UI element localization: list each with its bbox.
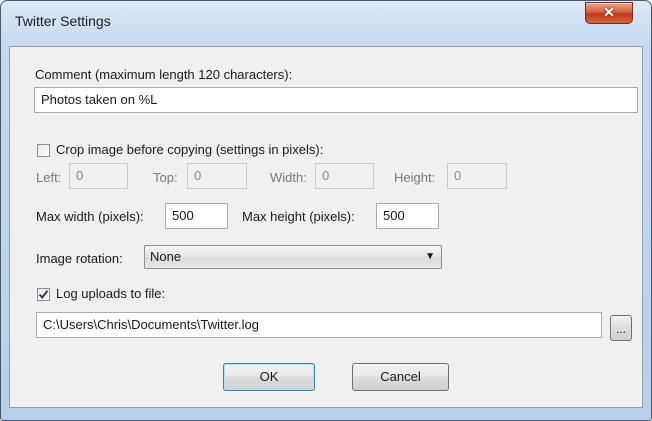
chevron-down-icon: ▼ [425, 251, 435, 262]
max-width-input[interactable]: 500 [165, 203, 228, 229]
rotation-selected-value: None [150, 249, 182, 264]
log-checkbox[interactable] [37, 288, 50, 301]
crop-width-input[interactable]: 0 [315, 163, 374, 189]
browse-button[interactable]: ... [610, 315, 632, 341]
crop-left-input[interactable]: 0 [69, 163, 128, 189]
dialog-client-area: Comment (maximum length 120 characters):… [9, 46, 643, 408]
log-path-input[interactable]: C:\Users\Chris\Documents\Twitter.log [36, 312, 602, 338]
max-height-input[interactable]: 500 [376, 203, 439, 229]
cancel-button[interactable]: Cancel [352, 363, 449, 391]
comment-input[interactable]: Photos taken on %L [34, 87, 638, 113]
rotation-dropdown[interactable]: None ▼ [144, 245, 442, 269]
crop-top-input[interactable]: 0 [187, 163, 247, 189]
crop-height-label: Height: [394, 170, 436, 185]
comment-label: Comment (maximum length 120 characters): [35, 67, 293, 82]
ok-button[interactable]: OK [223, 363, 315, 391]
crop-width-label: Width: [270, 170, 307, 185]
window-title: Twitter Settings [15, 13, 111, 29]
crop-left-label: Left: [36, 170, 62, 185]
max-width-label: Max width (pixels): [36, 209, 144, 224]
check-icon [38, 290, 49, 300]
max-height-label: Max height (pixels): [242, 209, 355, 224]
dialog-window: Twitter Settings ✕ Comment (maximum leng… [0, 0, 652, 421]
crop-checkbox-label: Crop image before copying (settings in p… [56, 142, 324, 157]
crop-checkbox[interactable] [37, 144, 50, 157]
crop-height-input[interactable]: 0 [447, 163, 507, 189]
close-button[interactable]: ✕ [585, 2, 633, 24]
crop-top-label: Top: [153, 170, 178, 185]
close-icon: ✕ [603, 4, 615, 20]
rotation-label: Image rotation: [36, 251, 123, 266]
log-checkbox-label: Log uploads to file: [56, 286, 166, 301]
